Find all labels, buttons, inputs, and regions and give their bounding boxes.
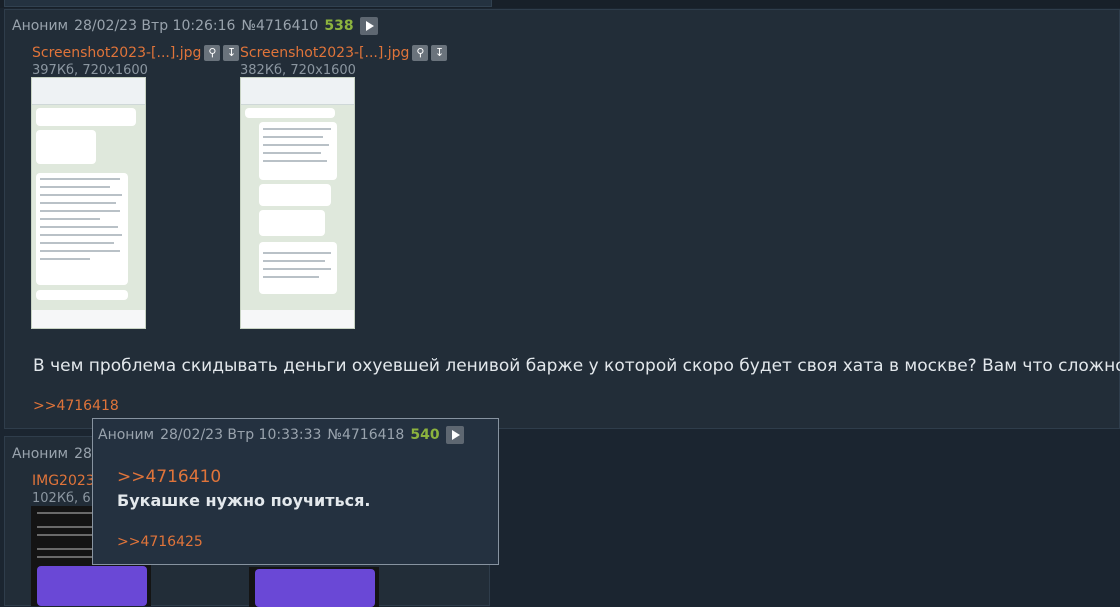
post-4716410: Аноним 28/02/23 Втр 10:26:16 №4716410 53… <box>4 9 1120 429</box>
post-header: Аноним 28 <box>12 446 98 462</box>
post-datetime: 28/02/23 Втр 10:26:16 <box>74 18 236 34</box>
magnifier-icon[interactable]: ⚲ <box>412 44 429 61</box>
image-thumbnail-1[interactable] <box>31 77 146 329</box>
quote-link[interactable]: >>4716410 <box>117 467 221 487</box>
post-header: Аноним 28/02/23 Втр 10:26:16 №4716410 53… <box>12 17 384 35</box>
download-icon[interactable]: ↧ <box>431 44 448 61</box>
post-author: Аноним <box>12 18 69 34</box>
post-datetime: 28/02/23 Втр 10:33:33 <box>160 427 322 443</box>
file-1: IMG2023( 102Кб, 61 <box>32 470 100 506</box>
magnifier-icon[interactable]: ⚲ <box>204 44 221 61</box>
post-header: Аноним 28/02/23 Втр 10:33:33 №4716418 54… <box>98 426 470 444</box>
reply-count: 538 <box>324 18 354 34</box>
image-thumbnail-2[interactable] <box>249 567 379 607</box>
post-message: В чем проблема скидывать деньги охуевшей… <box>33 356 1120 376</box>
post-message: Букашке нужно поучиться. <box>117 491 371 510</box>
file-name-link[interactable]: IMG2023( <box>32 473 100 489</box>
file-meta: 397Кб, 720x1600 <box>32 63 148 78</box>
backlink[interactable]: >>4716425 <box>117 534 203 550</box>
download-icon[interactable]: ↧ <box>223 44 240 61</box>
post-number[interactable]: №4716418 <box>327 427 404 443</box>
previous-post-edge <box>4 0 492 7</box>
file-name-link[interactable]: Screenshot2023-[...].jpg <box>32 45 201 61</box>
post-preview-popup: Аноним 28/02/23 Втр 10:33:33 №4716418 54… <box>92 418 499 565</box>
play-icon[interactable] <box>359 17 378 35</box>
play-icon[interactable] <box>445 426 464 444</box>
post-datetime: 28 <box>74 446 92 462</box>
image-thumbnail-2[interactable] <box>240 77 355 329</box>
post-author: Аноним <box>12 446 69 462</box>
file-2: Screenshot2023-[...].jpg ⚲ ↧ 382Кб, 720x16… <box>240 42 448 78</box>
reply-count: 540 <box>410 427 440 443</box>
post-author: Аноним <box>98 427 155 443</box>
file-meta: 382Кб, 720x1600 <box>240 63 356 78</box>
file-1: Screenshot2023-[...].jpg ⚲ ↧ 397Кб, 720x16… <box>32 42 240 78</box>
post-number[interactable]: №4716410 <box>241 18 318 34</box>
backlink[interactable]: >>4716418 <box>33 398 119 414</box>
file-name-link[interactable]: Screenshot2023-[...].jpg <box>240 45 409 61</box>
file-meta: 102Кб, 61 <box>32 491 99 506</box>
